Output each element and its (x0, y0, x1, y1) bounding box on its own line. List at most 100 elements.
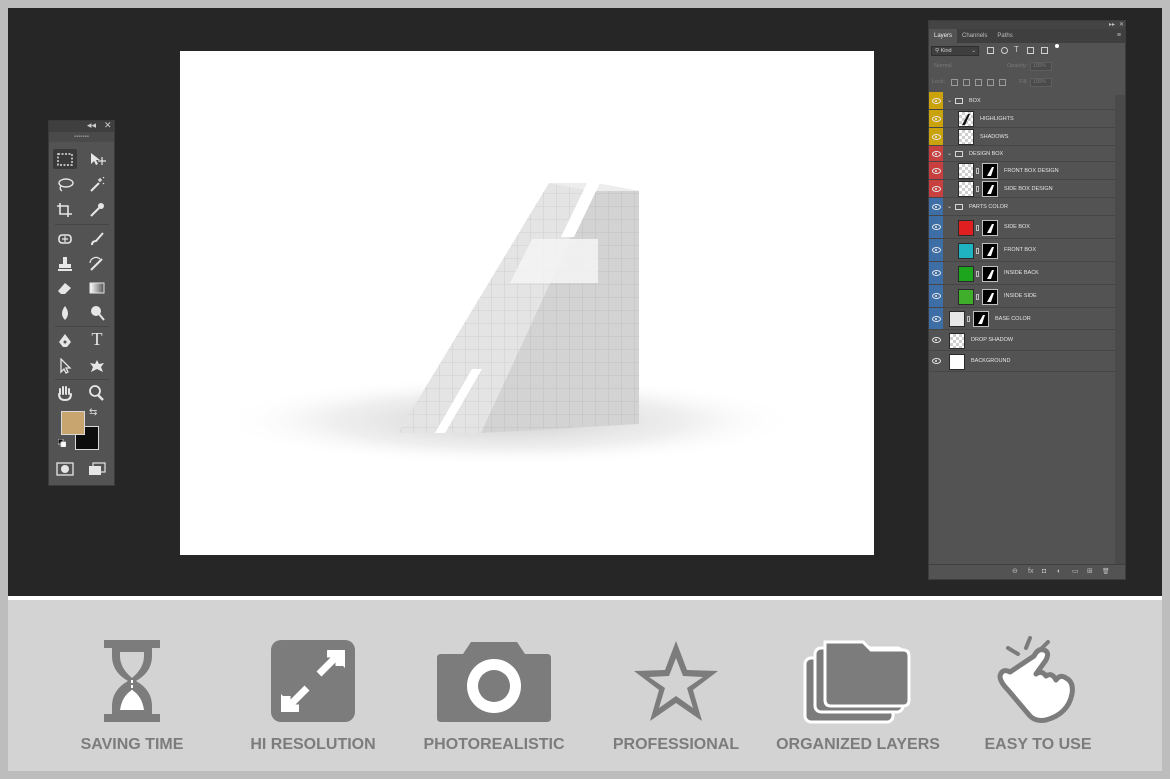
mask-link-icon[interactable] (976, 224, 979, 231)
brush-tool-icon[interactable] (85, 229, 109, 249)
lasso-tool-icon[interactable] (53, 175, 77, 195)
group-expand-icon[interactable]: ⌄ (947, 198, 952, 216)
filter-type-icon[interactable]: T (1014, 45, 1019, 54)
mask-link-icon[interactable] (976, 168, 979, 174)
custom-shape-tool-icon[interactable] (85, 356, 109, 376)
layer-row[interactable]: ⌄ PARTS COLOR (929, 198, 1115, 216)
blend-mode-select[interactable]: Normal (934, 63, 952, 69)
layer-row[interactable]: FRONT BOX (929, 239, 1115, 262)
visibility-eye-icon[interactable] (929, 162, 943, 179)
visibility-eye-icon[interactable] (929, 110, 943, 127)
layer-mask-thumbnail[interactable] (982, 242, 998, 259)
screen-mode-icon[interactable] (85, 459, 109, 479)
lock-position-icon[interactable] (975, 79, 982, 86)
healing-brush-tool-icon[interactable] (53, 229, 77, 249)
layer-mask-thumbnail[interactable] (982, 219, 998, 236)
layer-row[interactable]: INSIDE BACK (929, 262, 1115, 285)
lock-pixels-icon[interactable] (963, 79, 970, 86)
foreground-color-swatch[interactable] (61, 411, 85, 435)
layer-row[interactable]: SHADOWS (929, 128, 1115, 146)
visibility-eye-icon[interactable] (929, 285, 943, 307)
layer-mask-thumbnail[interactable] (982, 163, 998, 179)
layer-mask-thumbnail[interactable] (982, 265, 998, 282)
mask-link-icon[interactable] (967, 316, 970, 322)
add-mask-icon[interactable]: ◘ (1042, 566, 1046, 578)
filter-smart-object-icon[interactable] (1041, 47, 1048, 54)
layer-row[interactable]: SIDE BOX (929, 216, 1115, 239)
close-panel-icon[interactable]: ✕ (104, 120, 112, 131)
tab-layers[interactable]: Layers (929, 29, 958, 43)
visibility-eye-icon[interactable] (929, 198, 943, 215)
history-brush-tool-icon[interactable] (85, 254, 109, 274)
layer-row[interactable]: INSIDE SIDE (929, 285, 1115, 308)
delete-layer-icon[interactable]: 🗑 (1102, 566, 1110, 578)
eyedropper-tool-icon[interactable] (85, 200, 109, 220)
collapse-panel-icon[interactable]: ◂◂ (87, 120, 96, 131)
layer-row[interactable]: DROP SHADOW (929, 330, 1115, 351)
visibility-eye-icon[interactable] (929, 262, 943, 284)
layer-mask-thumbnail[interactable] (982, 181, 998, 197)
visibility-eye-icon[interactable] (929, 351, 943, 371)
type-tool-icon[interactable]: T (85, 329, 109, 349)
visibility-eye-icon[interactable] (929, 308, 943, 329)
layer-style-icon[interactable]: fx (1028, 566, 1033, 578)
layers-panel-titlebar[interactable]: ▸▸ ✕ (929, 21, 1125, 29)
crop-tool-icon[interactable] (53, 200, 77, 220)
mask-link-icon[interactable] (976, 293, 979, 300)
dodge-tool-icon[interactable] (85, 303, 109, 323)
group-expand-icon[interactable]: ⌄ (947, 92, 952, 110)
filter-pixel-icon[interactable] (987, 47, 994, 54)
hand-tool-icon[interactable] (53, 383, 77, 403)
visibility-eye-icon[interactable] (929, 92, 943, 109)
close-panel-icon[interactable]: ✕ (1119, 21, 1124, 29)
magic-wand-tool-icon[interactable] (85, 175, 109, 195)
layer-row[interactable]: BASE COLOR (929, 308, 1115, 330)
collapse-panel-icon[interactable]: ▸▸ (1109, 21, 1115, 29)
tools-panel-titlebar[interactable]: ◂◂ ✕ (49, 120, 114, 132)
pen-tool-icon[interactable] (53, 331, 77, 351)
link-layers-icon[interactable]: ⊖ (1012, 566, 1018, 578)
layer-row[interactable]: BACKGROUND (929, 351, 1115, 372)
new-layer-icon[interactable]: ⊞ (1087, 566, 1093, 578)
quick-mask-icon[interactable] (53, 459, 77, 479)
visibility-eye-icon[interactable] (929, 330, 943, 350)
tab-paths[interactable]: Paths (992, 29, 1017, 43)
lock-artboard-icon[interactable] (987, 79, 994, 86)
filter-shape-icon[interactable] (1027, 47, 1034, 54)
lock-transparent-icon[interactable] (951, 79, 958, 86)
layer-row[interactable]: FRONT BOX DESIGN (929, 162, 1115, 180)
panel-menu-icon[interactable]: ≡ (1117, 29, 1121, 43)
path-selection-tool-icon[interactable] (53, 356, 77, 376)
eraser-tool-icon[interactable] (53, 278, 77, 298)
zoom-tool-icon[interactable] (85, 383, 109, 403)
move-tool-icon[interactable] (85, 149, 109, 169)
visibility-eye-icon[interactable] (929, 239, 943, 261)
layer-row[interactable]: ⌄ BOX (929, 92, 1115, 110)
new-group-icon[interactable]: ▭ (1072, 566, 1079, 578)
mask-link-icon[interactable] (976, 270, 979, 277)
filter-adjustment-icon[interactable] (1001, 47, 1008, 54)
blur-tool-icon[interactable] (53, 303, 77, 323)
tools-panel-grip[interactable]: ▪▪▪▪▪▪▪ (49, 132, 114, 142)
tab-channels[interactable]: Channels (957, 29, 992, 43)
default-colors-icon[interactable] (58, 439, 66, 447)
filter-toggle-icon[interactable] (1055, 44, 1059, 48)
visibility-eye-icon[interactable] (929, 128, 943, 145)
opacity-input[interactable]: 100% (1030, 62, 1052, 71)
fill-input[interactable]: 100% (1030, 78, 1052, 87)
mask-link-icon[interactable] (976, 247, 979, 254)
lock-all-icon[interactable] (999, 79, 1006, 86)
layers-scrollbar[interactable] (1115, 95, 1125, 565)
layer-mask-thumbnail[interactable] (982, 288, 998, 305)
layer-row[interactable]: ⌄ DESIGN BOX (929, 146, 1115, 162)
visibility-eye-icon[interactable] (929, 180, 943, 197)
filter-kind-select[interactable]: ⚲ Kind ⌄ (931, 46, 979, 56)
layer-row[interactable]: HIGHLIGHTS (929, 110, 1115, 128)
gradient-tool-icon[interactable] (85, 278, 109, 298)
mask-link-icon[interactable] (976, 186, 979, 192)
visibility-eye-icon[interactable] (929, 216, 943, 238)
swap-colors-icon[interactable]: ⇆ (89, 407, 97, 418)
layer-mask-thumbnail[interactable] (973, 311, 989, 327)
group-expand-icon[interactable]: ⌄ (947, 146, 952, 162)
clone-stamp-tool-icon[interactable] (53, 254, 77, 274)
